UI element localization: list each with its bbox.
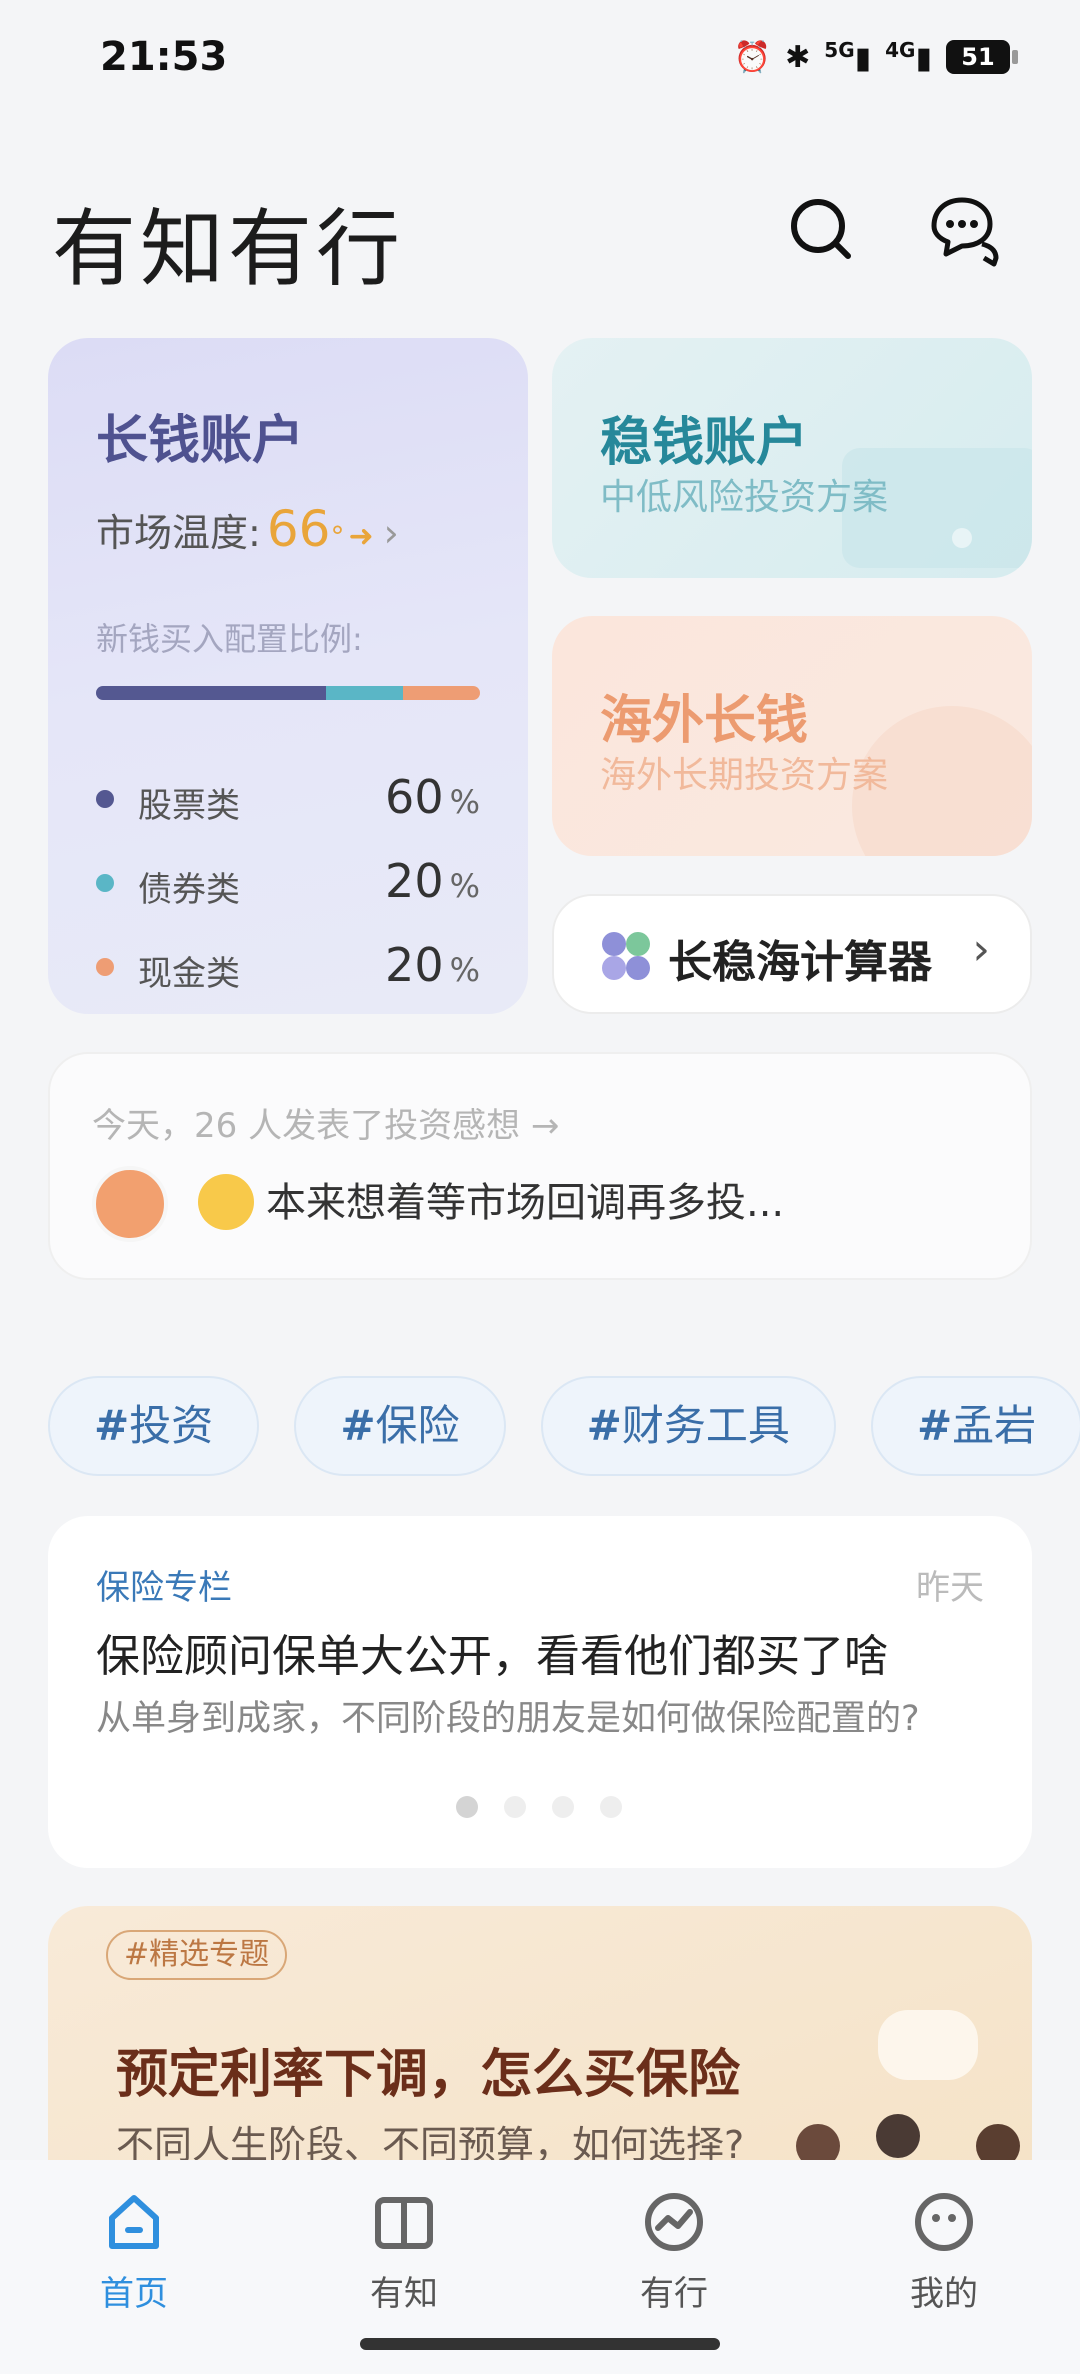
- status-time: 21:53: [100, 34, 228, 80]
- tab-home[interactable]: 首页: [64, 2190, 204, 2315]
- alarm-icon: ⏰: [733, 39, 772, 75]
- status-bar: 21:53 ⏰ ✱ 5G▮ 4G▮ 51: [0, 0, 1080, 120]
- overseas-account-card[interactable]: 海外长钱 海外长期投资方案: [552, 616, 1032, 856]
- overseas-account-title: 海外长钱: [600, 691, 809, 751]
- stable-account-subtitle: 中低风险投资方案: [600, 477, 889, 518]
- battery-icon: 51: [946, 40, 1018, 74]
- neutral-face-emoji-icon: [198, 1174, 254, 1230]
- profile-icon: [915, 2193, 973, 2251]
- tab-profile[interactable]: 我的: [874, 2190, 1014, 2315]
- featured-topic-card[interactable]: #精选专题 预定利率下调，怎么买保险 不同人生阶段、不同预算，如何选择?: [48, 1906, 1032, 2166]
- speech-bubble-icon: [878, 2010, 978, 2080]
- app-title: 有知有行: [52, 200, 405, 298]
- signal-5g-icon: 5G▮: [824, 38, 872, 76]
- allocation-name: 现金类: [138, 954, 240, 994]
- allocation-bar-segment: [403, 686, 480, 700]
- allocation-dot: [96, 958, 114, 976]
- carousel-indicator: [456, 1796, 622, 1818]
- article-date: 昨天: [916, 1568, 984, 1608]
- featured-tag: #精选专题: [106, 1930, 288, 1980]
- calculator-label: 长稳海计算器: [668, 937, 932, 988]
- allocation-name: 股票类: [138, 786, 240, 826]
- home-indicator[interactable]: [360, 2338, 720, 2350]
- stable-account-card[interactable]: 稳钱账户 中低风险投资方案: [552, 338, 1032, 578]
- home-icon: [109, 2195, 159, 2249]
- people-illustration: [796, 2114, 1020, 2166]
- article-subtitle: 从单身到成家，不同阶段的朋友是如何做保险配置的?: [96, 1699, 920, 1739]
- article-column: 保险专栏: [96, 1568, 232, 1608]
- trend-icon: [645, 2193, 703, 2251]
- long-account-title: 长钱账户: [96, 411, 305, 471]
- clover-icon: [602, 932, 650, 980]
- allocation-bar-segment: [326, 686, 404, 700]
- feed-post-text: 本来想着等市场回调再多投...: [266, 1180, 785, 1226]
- carousel-dot: [600, 1796, 622, 1818]
- allocation-label: 新钱买入配置比例:: [96, 620, 363, 658]
- chevron-right-icon: ›: [383, 511, 399, 555]
- avatar: [92, 1166, 168, 1242]
- article-carousel-card[interactable]: 保险专栏 昨天 保险顾问保单大公开，看看他们都买了啥 从单身到成家，不同阶段的朋…: [48, 1516, 1032, 1868]
- tab-label: 有知: [370, 2274, 438, 2314]
- status-icons: ⏰ ✱ 5G▮ 4G▮ 51: [733, 38, 1018, 76]
- featured-subtitle: 不同人生阶段、不同预算，如何选择?: [116, 2123, 745, 2166]
- bluetooth-icon: ✱: [785, 39, 811, 75]
- allocation-percent: 20%: [385, 938, 480, 992]
- allocation-row-stock: 股票类 60%: [96, 770, 480, 830]
- allocation-bar: [96, 686, 480, 700]
- calculator-button[interactable]: 长稳海计算器 ›: [552, 894, 1032, 1014]
- featured-title: 预定利率下调，怎么买保险: [116, 2044, 741, 2105]
- carousel-dot: [552, 1796, 574, 1818]
- overseas-account-subtitle: 海外长期投资方案: [600, 755, 889, 796]
- chat-icon: [931, 197, 999, 267]
- allocation-dot: [96, 790, 114, 808]
- tab-label: 有行: [640, 2274, 708, 2314]
- allocation-dot: [96, 874, 114, 892]
- tab-label: 首页: [100, 2274, 168, 2314]
- temperature-unit: °: [330, 520, 345, 553]
- tag-invest[interactable]: #投资: [48, 1376, 260, 1476]
- carousel-dot: [456, 1796, 478, 1818]
- tab-label: 我的: [910, 2274, 978, 2314]
- tag-finance-tools[interactable]: #财务工具: [540, 1376, 836, 1476]
- allocation-row-bond: 债券类 20%: [96, 854, 480, 914]
- tag-mengyan[interactable]: #孟岩: [870, 1376, 1080, 1476]
- community-feed-card[interactable]: 今天，26 人发表了投资感想 → 本来想着等市场回调再多投...: [48, 1052, 1032, 1280]
- message-button[interactable]: [924, 190, 1004, 270]
- chevron-right-icon: ›: [972, 924, 990, 975]
- app-header: 有知有行: [0, 170, 1080, 298]
- article-title: 保险顾问保单大公开，看看他们都买了啥: [96, 1631, 888, 1682]
- temperature-label: 市场温度:: [96, 511, 261, 555]
- topic-tags: #投资 #保险 #财务工具 #孟岩: [48, 1376, 1080, 1478]
- allocation-percent: 60%: [385, 770, 480, 824]
- allocation-bar-segment: [96, 686, 327, 700]
- temperature-value: 66: [266, 500, 331, 558]
- trend-arrow-icon: ➜: [348, 519, 374, 554]
- tag-insurance[interactable]: #保险: [294, 1376, 506, 1476]
- allocation-name: 债券类: [138, 870, 240, 910]
- feed-header[interactable]: 今天，26 人发表了投资感想 →: [92, 1098, 559, 1147]
- carousel-dot: [504, 1796, 526, 1818]
- book-icon: [375, 2197, 433, 2249]
- signal-4g-icon: 4G▮: [885, 38, 932, 76]
- allocation-row-cash: 现金类 20%: [96, 938, 480, 998]
- market-temperature[interactable]: 市场温度: 66 ° ➜ ›: [96, 500, 399, 558]
- search-icon: [791, 199, 851, 259]
- stable-account-title: 稳钱账户: [600, 413, 809, 473]
- allocation-percent: 20%: [385, 854, 480, 908]
- long-account-card[interactable]: 长钱账户 市场温度: 66 ° ➜ › 新钱买入配置比例: 股票类 60% 债券…: [48, 338, 528, 1014]
- search-button[interactable]: [782, 190, 862, 270]
- tab-knowledge[interactable]: 有知: [334, 2190, 474, 2315]
- tab-action[interactable]: 有行: [604, 2190, 744, 2315]
